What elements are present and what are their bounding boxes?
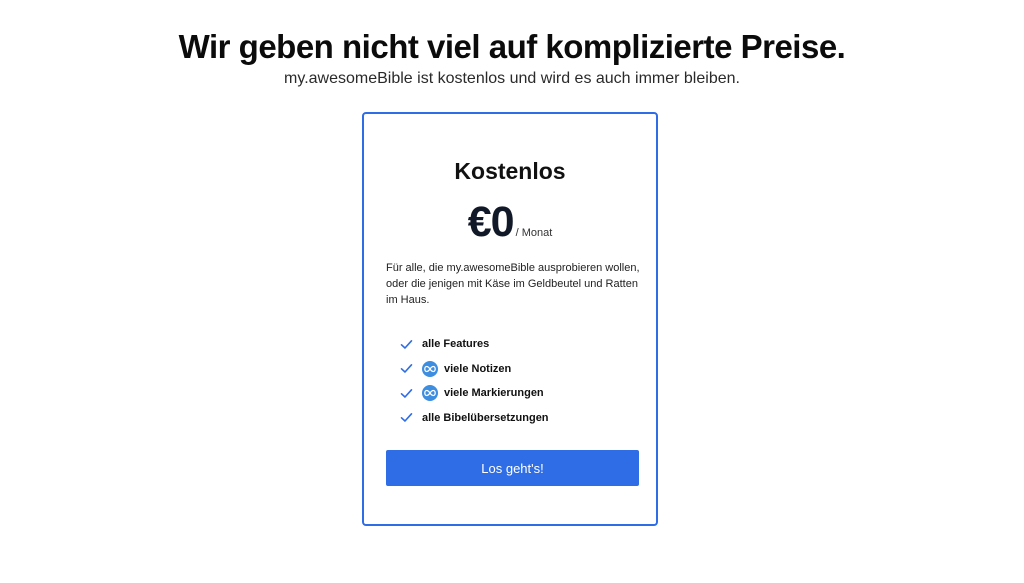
feature-item-translations: alle Bibelübersetzungen	[400, 406, 640, 431]
feature-label: alle Bibelübersetzungen	[422, 411, 549, 424]
page-title: Wir geben nicht viel auf komplizierte Pr…	[178, 28, 846, 65]
get-started-button[interactable]: Los geht's!	[386, 450, 639, 486]
infinity-icon	[422, 360, 438, 377]
feature-label: viele Markierungen	[444, 387, 544, 400]
pricing-page: Wir geben nicht viel auf komplizierte Pr…	[0, 0, 1024, 583]
plan-description: Für alle, die my.awesomeBible ausprobier…	[386, 262, 640, 306]
plan-period: / Monat	[515, 227, 553, 239]
plan-name: Kostenlos	[454, 158, 566, 184]
check-icon	[400, 364, 413, 374]
plan-price: €0	[467, 198, 515, 246]
price-row: €0/ Monat	[364, 198, 656, 247]
feature-item-highlights: viele Markierungen	[400, 381, 640, 406]
check-icon	[400, 413, 413, 423]
feature-label: alle Features	[422, 338, 490, 351]
pricing-card-free: Kostenlos €0/ Monat Für alle, die my.awe…	[362, 112, 658, 526]
check-icon	[400, 388, 413, 398]
feature-label: viele Notizen	[444, 362, 512, 375]
feature-list: alle Features viele Notizen viele Markie…	[400, 332, 640, 430]
check-icon	[400, 339, 413, 349]
feature-item-all-features: alle Features	[400, 332, 640, 357]
page-subtitle: my.awesomeBible ist kostenlos und wird e…	[284, 70, 740, 87]
feature-item-notes: viele Notizen	[400, 357, 640, 382]
infinity-icon	[422, 385, 438, 402]
